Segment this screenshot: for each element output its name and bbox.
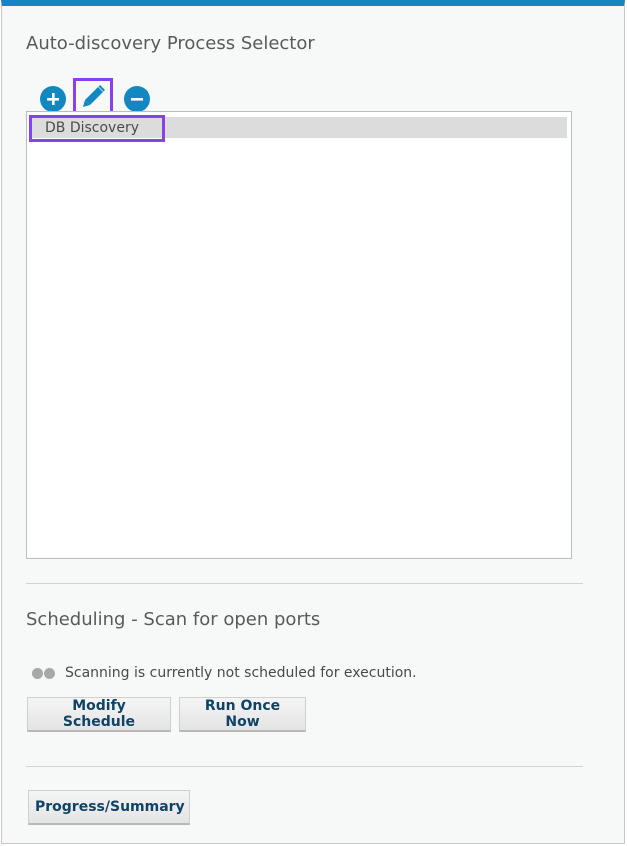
section-divider (26, 583, 583, 584)
schedule-status: Scanning is currently not scheduled for … (32, 665, 417, 681)
status-dots-icon (32, 667, 56, 679)
selector-title: Auto-discovery Process Selector (26, 33, 315, 54)
minus-circle-icon (131, 98, 143, 101)
list-item[interactable]: DB Discovery (29, 115, 567, 142)
modify-schedule-button[interactable]: Modify Schedule (27, 697, 171, 732)
plus-circle-icon (47, 93, 59, 105)
add-process-button[interactable] (40, 86, 66, 112)
schedule-status-text: Scanning is currently not scheduled for … (65, 665, 417, 681)
process-listbox[interactable]: DB Discovery (26, 111, 572, 559)
list-item-label[interactable]: DB Discovery (29, 115, 165, 142)
status-dot (32, 667, 43, 679)
scheduling-title: Scheduling - Scan for open ports (26, 609, 321, 630)
remove-process-button[interactable] (124, 86, 150, 112)
status-dot (44, 667, 55, 679)
process-selector-panel: Auto-discovery Process Selector DB Disco… (1, 0, 625, 844)
pencil-icon (83, 85, 105, 107)
section-divider (26, 766, 583, 767)
progress-summary-button[interactable]: Progress/Summary (28, 790, 190, 825)
run-once-now-button[interactable]: Run Once Now (179, 697, 306, 732)
